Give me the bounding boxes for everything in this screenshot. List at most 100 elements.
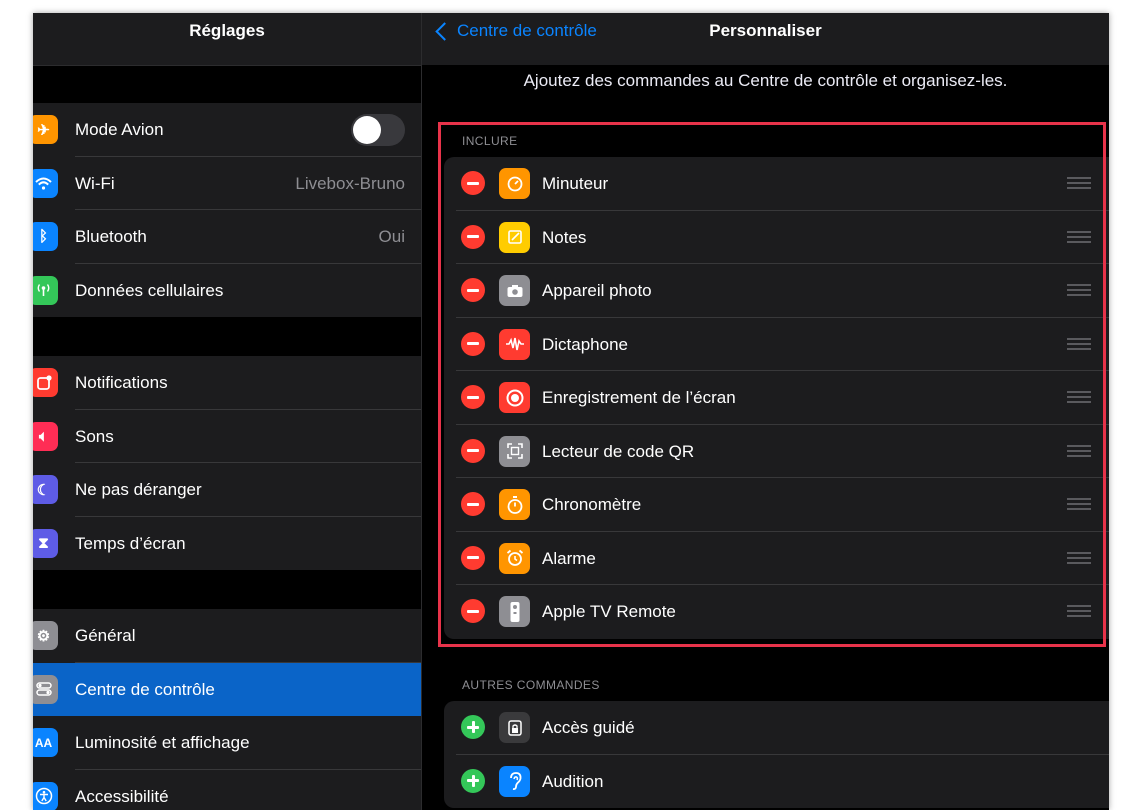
settings-group-general: ⚙ Général Centre de contrôle AA Luminosi… [33,609,421,810]
bluetooth-status-value: Oui [378,227,405,246]
timer-icon [499,168,530,199]
control-label: Alarme [542,548,596,568]
list-item: Lecteur de code QR [444,425,1109,478]
remove-button[interactable] [461,224,485,249]
sidebar-item-sons[interactable]: 🔈︎ Sons [33,410,421,463]
remove-button[interactable] [461,278,485,302]
sidebar-item-label: Centre de contrôle [75,679,215,699]
sidebar-item-wifi[interactable]: Wi-Fi Livebox-Bruno [33,157,421,210]
control-label: Enregistrement de l’écran [542,388,736,407]
detail-header: Personnaliser Centre de contrôle [422,13,1109,65]
control-label: Lecteur de code QR [542,441,695,461]
list-item: Dictaphone [444,318,1109,371]
control-label: Notes [542,227,587,247]
include-section-header: INCLURE [462,134,518,148]
wifi-icon [33,168,58,198]
reorder-handle[interactable] [1067,605,1091,618]
moon-icon: ☾ [33,475,58,504]
control-label: Chronomètre [542,495,642,514]
accessibility-icon [33,781,58,810]
ear-icon [499,765,530,797]
remove-button[interactable] [461,171,485,195]
stopwatch-icon [499,489,530,520]
other-controls-list: Accès guidé Audition [444,701,1109,808]
reorder-handle[interactable] [1067,337,1091,351]
page-description: Ajoutez des commandes au Centre de contr… [523,71,1008,90]
list-item: Accès guidé [444,701,1109,755]
sidebar-item-notifications[interactable]: Notifications [33,356,421,410]
reorder-handle[interactable] [1067,391,1091,404]
remove-button[interactable] [461,385,485,409]
list-item: Enregistrement de l’écran [444,371,1109,425]
back-button-label: Centre de contrôle [457,21,597,40]
back-button[interactable]: Centre de contrôle [434,13,597,49]
reorder-handle[interactable] [1067,551,1091,565]
settings-group-connectivity: ✈ Mode Avion Wi-Fi Livebox-Bruno ᛒ Bluet… [33,103,421,317]
add-button[interactable] [461,768,485,793]
other-controls-section-header: AUTRES COMMANDES [462,678,600,692]
chevron-left-icon [435,21,454,41]
notifications-icon [33,368,58,397]
remove-button[interactable] [461,438,485,463]
sidebar-item-label: Sons [75,426,114,446]
tv-remote-icon [499,596,530,627]
reorder-handle[interactable] [1067,177,1091,190]
remove-button[interactable] [461,599,485,623]
sidebar-item-label: Notifications [75,373,168,392]
sidebar-item-mode-avion[interactable]: ✈ Mode Avion [33,103,421,157]
settings-sidebar: Réglages ✈ Mode Avion Wi-Fi Livebox-Brun… [33,13,421,810]
sidebar-item-label: Luminosité et affichage [75,733,250,752]
hourglass-icon: ⧗ [33,528,58,558]
control-label: Minuteur [542,174,609,193]
list-item: Appareil photo [444,264,1109,318]
control-label: Dictaphone [542,334,629,354]
reorder-handle[interactable] [1067,284,1091,297]
list-item: Chronomètre [444,478,1109,532]
control-label: Audition [542,771,604,791]
list-item: Audition [444,755,1109,809]
list-item: Notes [444,211,1109,264]
settings-group-notifications: Notifications 🔈︎ Sons ☾ Ne pas déranger … [33,356,421,570]
notes-icon [499,221,530,253]
airplane-mode-toggle[interactable] [351,114,405,146]
sidebar-item-label: Mode Avion [75,120,164,139]
sidebar-item-label: Bluetooth [75,227,147,246]
sidebar-item-donnees-cellulaires[interactable]: Données cellulaires [33,264,421,318]
reorder-handle[interactable] [1067,498,1091,511]
sidebar-item-accessibilite[interactable]: Accessibilité [33,770,421,810]
sidebar-item-label: Accessibilité [75,786,169,806]
sidebar-item-general[interactable]: ⚙ Général [33,609,421,663]
sidebar-title: Réglages [189,21,265,40]
airplane-icon: ✈ [33,115,58,144]
toggle-knob [353,116,381,144]
reorder-handle[interactable] [1067,230,1091,244]
lock-icon [499,712,530,743]
qr-code-icon [499,435,530,467]
sidebar-item-ne-pas-deranger[interactable]: ☾ Ne pas déranger [33,463,421,517]
remove-button[interactable] [461,545,485,570]
reorder-handle[interactable] [1067,444,1091,458]
bluetooth-icon: ᛒ [33,222,58,251]
cellular-icon [33,275,58,305]
remove-button[interactable] [461,492,485,516]
sidebar-item-label: Données cellulaires [75,280,224,300]
sidebar-header: Réglages [33,13,421,66]
sidebar-item-label: Général [75,626,136,645]
switches-icon [33,674,58,704]
camera-icon [499,275,530,306]
sidebar-item-temps-ecran[interactable]: ⧗ Temps d’écran [33,517,421,571]
sound-icon: 🔈︎ [33,421,58,451]
include-list: Minuteur Notes Appareil photo Dictaphone… [444,157,1109,639]
sidebar-item-label: Wi-Fi [75,173,115,193]
list-item: Minuteur [444,157,1109,211]
sidebar-item-luminosite-et-affichage[interactable]: AA Luminosité et affichage [33,716,421,770]
sidebar-item-label: Ne pas déranger [75,480,202,499]
remove-button[interactable] [461,331,485,356]
ipad-screen: Réglages ✈ Mode Avion Wi-Fi Livebox-Brun… [33,13,1109,810]
list-item: Apple TV Remote [444,585,1109,639]
sidebar-item-bluetooth[interactable]: ᛒ Bluetooth Oui [33,210,421,264]
sidebar-item-centre-de-controle[interactable]: Centre de contrôle [33,662,421,716]
add-button[interactable] [461,715,485,739]
gear-icon: ⚙ [33,621,58,650]
brightness-icon: AA [33,728,58,757]
